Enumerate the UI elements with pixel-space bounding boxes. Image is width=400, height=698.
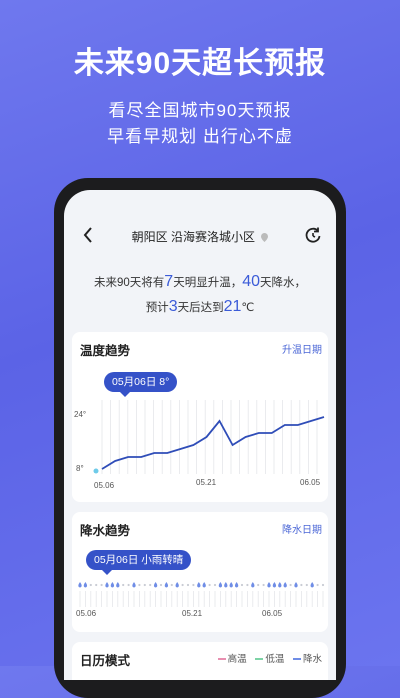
rain-drop-mark bbox=[278, 582, 282, 588]
rain-drop-mark bbox=[267, 582, 271, 588]
temperature-card-title: 温度趋势 bbox=[80, 344, 131, 358]
rain-drop-mark bbox=[234, 582, 239, 588]
rain-x-label-mid: 05.21 bbox=[182, 609, 203, 618]
dry-day-mark bbox=[127, 583, 130, 587]
selected-point bbox=[93, 468, 99, 474]
warming-dates-link[interactable]: 升温日期 bbox=[282, 341, 322, 356]
rain-drop-mark bbox=[218, 582, 223, 588]
rain-drop-mark bbox=[294, 582, 298, 588]
rain-drop-mark bbox=[251, 582, 255, 588]
precipitation-chart[interactable]: 05.06 05.21 06.05 bbox=[72, 574, 328, 634]
rain-drop-mark bbox=[83, 582, 88, 588]
rain-x-label-start: 05.06 bbox=[76, 609, 97, 618]
dry-day-mark bbox=[246, 583, 249, 587]
dry-day-mark bbox=[192, 583, 195, 587]
rain-drop-mark bbox=[272, 582, 277, 588]
rain-drop-mark bbox=[116, 582, 120, 588]
summary-line-2: 预计3天后达到21℃ bbox=[145, 298, 255, 315]
rain-drop-mark bbox=[202, 582, 206, 588]
dry-day-mark bbox=[289, 583, 292, 587]
hero-title: 未来90天超长预报 bbox=[73, 47, 327, 80]
dry-day-mark bbox=[170, 583, 173, 587]
dry-day-mark bbox=[100, 583, 103, 587]
dry-day-mark bbox=[143, 583, 146, 587]
forecast-summary: 未来90天将有7天明显升温，40天降水， 预计3天后达到21℃ bbox=[64, 270, 336, 320]
rain-drop-mark bbox=[105, 582, 109, 588]
dry-day-mark bbox=[149, 583, 152, 587]
rain-drop-mark bbox=[175, 582, 179, 588]
x-axis-label-mid: 05.21 bbox=[196, 478, 217, 487]
location-text: 朝阳区 沿海赛洛城小区 bbox=[131, 230, 255, 244]
refresh-icon[interactable] bbox=[304, 226, 322, 244]
location-title[interactable]: 朝阳区 沿海赛洛城小区 bbox=[64, 228, 336, 245]
high-legend-swatch bbox=[217, 658, 226, 661]
calendar-legend: 高温 低温 降水 bbox=[212, 651, 322, 665]
dry-day-mark bbox=[321, 583, 325, 587]
hero-subtitle-2: 早看早规划 出行心不虚 bbox=[107, 127, 293, 146]
rain-drop-mark bbox=[224, 582, 228, 588]
x-axis-label-start: 05.06 bbox=[94, 481, 115, 490]
y-axis-max-label: 24° bbox=[74, 410, 86, 419]
dry-day-mark bbox=[257, 583, 260, 587]
calendar-card-title: 日历模式 bbox=[80, 654, 131, 668]
precipitation-card: 降水趋势 降水日期 05月06日 小雨转晴 05.06 05.21 06.05 bbox=[72, 512, 328, 632]
dry-day-mark bbox=[186, 583, 190, 587]
dry-day-mark bbox=[300, 583, 303, 587]
temperature-tooltip: 05月06日 8° bbox=[104, 372, 178, 397]
dry-day-mark bbox=[181, 583, 184, 587]
x-axis-label-end: 06.05 bbox=[300, 478, 321, 487]
rain-drop-mark bbox=[132, 582, 136, 588]
hero-subtitle-1: 看尽全国城市90天预报 bbox=[108, 101, 292, 120]
dry-day-mark bbox=[138, 583, 141, 587]
dry-day-mark bbox=[89, 583, 92, 587]
dry-day-mark bbox=[159, 583, 163, 587]
rain-drop-mark bbox=[153, 582, 158, 588]
precipitation-tooltip: 05月06日 小雨转晴 bbox=[86, 550, 192, 575]
rain-drop-mark bbox=[197, 582, 201, 588]
rain-drop-mark bbox=[164, 582, 169, 588]
rain-drop-mark bbox=[110, 582, 115, 588]
y-axis-min-label: 8° bbox=[76, 464, 84, 473]
temperature-card: 温度趋势 升温日期 05月06日 8° 24° 8° 05.06 05.21 0… bbox=[72, 332, 328, 502]
location-pin-icon bbox=[261, 233, 269, 243]
rain-x-label-end: 06.05 bbox=[262, 609, 283, 618]
rain-drop-mark bbox=[229, 582, 233, 588]
top-bar: 朝阳区 沿海赛洛城小区 bbox=[64, 224, 336, 248]
rain-dates-link[interactable]: 降水日期 bbox=[282, 521, 322, 536]
dry-day-mark bbox=[208, 583, 211, 587]
dry-day-mark bbox=[262, 583, 265, 587]
summary-line-1: 未来90天将有7天明显升温，40天降水， bbox=[94, 273, 306, 290]
calendar-card: 日历模式 高温 低温 降水 bbox=[72, 642, 328, 680]
dry-day-mark bbox=[213, 583, 217, 587]
rain-drop-mark bbox=[78, 582, 82, 588]
dry-day-mark bbox=[305, 583, 308, 587]
temperature-line bbox=[101, 416, 325, 470]
precipitation-card-title: 降水趋势 bbox=[80, 524, 131, 538]
rain-drop-mark bbox=[283, 582, 287, 588]
dry-day-mark bbox=[95, 583, 98, 587]
low-legend-swatch bbox=[255, 658, 264, 661]
dry-day-mark bbox=[122, 583, 125, 587]
phone-screen: 朝阳区 沿海赛洛城小区 未来90天将有7天明显升温，40天降水， 预计3天后达到… bbox=[64, 190, 336, 680]
dry-day-mark bbox=[240, 583, 244, 587]
temperature-chart[interactable]: 24° 8° 05.06 05.21 06.05 bbox=[72, 392, 328, 492]
dry-day-mark bbox=[316, 583, 319, 587]
rain-drop-mark bbox=[310, 582, 314, 588]
rain-legend-swatch bbox=[292, 658, 301, 661]
